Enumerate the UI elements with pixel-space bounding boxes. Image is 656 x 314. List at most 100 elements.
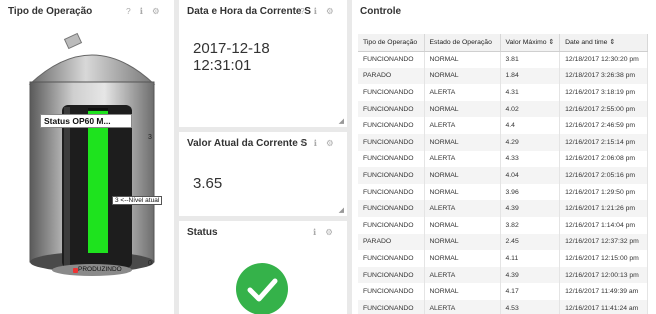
resize-handle-icon[interactable]: ◢ [339,206,344,214]
cell-max-value: 4.53 [500,299,561,314]
cell-max-value: 4.4 [500,117,561,134]
cell-operation-type: FUNCIONANDO [358,117,425,134]
cell-operation-state: ALERTA [424,200,501,217]
cell-operation-type: FUNCIONANDO [358,51,425,68]
column-header-operation-type[interactable]: Tipo de Operação [358,34,425,52]
current-level-label: 3 <--Nível atual [112,196,163,205]
cell-max-value: 4.39 [500,266,561,284]
current-value-widget: Valor Atual da Corrente S ? ℹ ⚙ 3.65 ◢ [179,132,347,216]
cell-operation-state: NORMAL [424,233,501,251]
cell-operation-state: NORMAL [424,133,501,151]
table-row[interactable]: FUNCIONANDO ALERTA 4.39 12/16/2017 1:21:26 … [358,200,649,217]
table-row[interactable]: FUNCIONANDO NORMAL 3.96 12/16/2017 1:29:50 … [358,183,649,201]
cell-operation-type: FUNCIONANDO [358,100,425,118]
scale-max-label: 3 [148,134,152,141]
datetime-value: 2017-12-18 12:31:01 [193,40,270,74]
cell-operation-state: NORMAL [424,100,501,118]
cell-operation-type: FUNCIONANDO [358,133,425,151]
cell-operation-state: ALERTA [424,266,501,284]
cell-operation-state: NORMAL [424,67,501,85]
cell-max-value: 4.33 [500,150,561,168]
cell-operation-state: NORMAL [424,216,501,234]
status-widget: Status ℹ ⚙ [179,221,347,314]
silo-status-label: Status OP60 M... [40,114,132,128]
level-fill-bar [88,110,108,254]
cell-max-value: 4.39 [500,200,561,217]
cell-max-value: 4.11 [500,250,561,267]
cell-operation-state: ALERTA [424,84,501,101]
table-row[interactable]: PARADO NORMAL 1.84 12/18/2017 3:26:38 pm [358,67,649,85]
cell-operation-type: PARADO [358,233,425,251]
info-icon[interactable]: ℹ [140,6,143,17]
cell-date-time: 12/18/2017 12:30:20 pm [559,51,649,68]
gear-icon[interactable]: ⚙ [326,138,334,149]
cell-date-time: 12/16/2017 1:14:04 pm [559,216,649,234]
table-row[interactable]: FUNCIONANDO ALERTA 4.31 12/16/2017 3:18:19 … [358,84,649,101]
column-header-date-time[interactable]: Date and time ⇕ [559,34,649,52]
resize-handle-icon[interactable]: ◢ [339,117,344,125]
status-title: Status [187,227,218,238]
info-icon[interactable]: ℹ [314,138,317,149]
cell-operation-state: NORMAL [424,167,501,184]
cell-operation-state: NORMAL [424,183,501,201]
table-row[interactable]: FUNCIONANDO ALERTA 4.33 12/16/2017 2:06:08 … [358,150,649,168]
table-row[interactable]: FUNCIONANDO NORMAL 3.81 12/18/2017 12:30:20… [358,51,649,68]
cell-operation-type: FUNCIONANDO [358,150,425,168]
cell-operation-type: FUNCIONANDO [358,299,425,314]
cell-date-time: 12/16/2017 11:49:39 am [559,283,649,300]
cell-max-value: 4.17 [500,283,561,300]
table-row[interactable]: FUNCIONANDO NORMAL 3.82 12/16/2017 1:14:04 … [358,216,649,234]
cell-date-time: 12/16/2017 11:41:24 am [559,299,649,314]
table-row[interactable]: FUNCIONANDO ALERTA 4.39 12/16/2017 12:00:13… [358,266,649,284]
info-icon[interactable]: ℹ [314,6,317,17]
cell-operation-type: FUNCIONANDO [358,283,425,300]
running-state-label: PRODUZINDO [78,266,122,273]
cell-operation-type: FUNCIONANDO [358,216,425,234]
cell-operation-type: FUNCIONANDO [358,167,425,184]
table-row[interactable]: PARADO NORMAL 2.45 12/16/2017 12:37:32 pm [358,233,649,251]
cell-operation-type: FUNCIONANDO [358,200,425,217]
gear-icon[interactable]: ⚙ [325,227,333,238]
cell-max-value: 3.96 [500,183,561,201]
cell-max-value: 4.04 [500,167,561,184]
cell-max-value: 4.02 [500,100,561,118]
cell-date-time: 12/16/2017 1:21:26 pm [559,200,649,217]
cell-date-time: 12/16/2017 2:06:08 pm [559,150,649,168]
operation-type-title: Tipo de Operação [8,6,93,17]
info-icon[interactable]: ℹ [313,227,316,238]
silo-gauge: Status OP60 M... 3 3 <--Nível atual 0 PR… [22,30,163,282]
help-icon[interactable]: ? [300,6,305,17]
table-row[interactable]: FUNCIONANDO NORMAL 4.04 12/16/2017 2:05:16 … [358,167,649,184]
cell-operation-state: ALERTA [424,299,501,314]
cell-max-value: 3.82 [500,216,561,234]
cell-operation-state: ALERTA [424,117,501,134]
current-value-title: Valor Atual da Corrente S [187,138,308,149]
help-icon[interactable]: ? [300,138,305,149]
cell-max-value: 4.29 [500,133,561,151]
operation-type-widget: Tipo de Operação ? ℹ ⚙ Status OP60 M... … [0,0,174,314]
cell-operation-state: ALERTA [424,150,501,168]
control-title: Controle [360,6,402,17]
control-widget: Controle Tipo de Operação Estado de Oper… [352,0,656,314]
gear-icon[interactable]: ⚙ [152,6,160,17]
checkmark-icon [247,278,278,302]
cell-date-time: 12/16/2017 12:15:00 pm [559,250,649,267]
table-row[interactable]: FUNCIONANDO ALERTA 4.4 12/16/2017 2:46:59 p… [358,117,649,134]
cell-date-time: 12/16/2017 2:55:00 pm [559,100,649,118]
cell-max-value: 1.84 [500,67,561,85]
table-row[interactable]: FUNCIONANDO NORMAL 4.11 12/16/2017 12:15:00… [358,250,649,267]
help-icon[interactable]: ? [126,6,131,17]
table-row[interactable]: FUNCIONANDO NORMAL 4.29 12/16/2017 2:15:14 … [358,133,649,151]
table-row[interactable]: FUNCIONANDO ALERTA 4.53 12/16/2017 11:41:24… [358,299,649,314]
cell-operation-state: NORMAL [424,283,501,300]
cell-operation-type: FUNCIONANDO [358,250,425,267]
column-header-max-value[interactable]: Valor Máximo ⇕ [500,34,561,52]
table-row[interactable]: FUNCIONANDO NORMAL 4.17 12/16/2017 11:49:39… [358,283,649,300]
datetime-title: Data e Hora da Corrente S [187,6,311,17]
gear-icon[interactable]: ⚙ [326,6,334,17]
cell-date-time: 12/16/2017 2:05:16 pm [559,167,649,184]
cell-date-time: 12/16/2017 12:37:32 pm [559,233,649,251]
table-row[interactable]: FUNCIONANDO NORMAL 4.02 12/16/2017 2:55:00 … [358,100,649,118]
cell-date-time: 12/18/2017 3:26:38 pm [559,67,649,85]
column-header-operation-state[interactable]: Estado de Operação [424,34,501,52]
